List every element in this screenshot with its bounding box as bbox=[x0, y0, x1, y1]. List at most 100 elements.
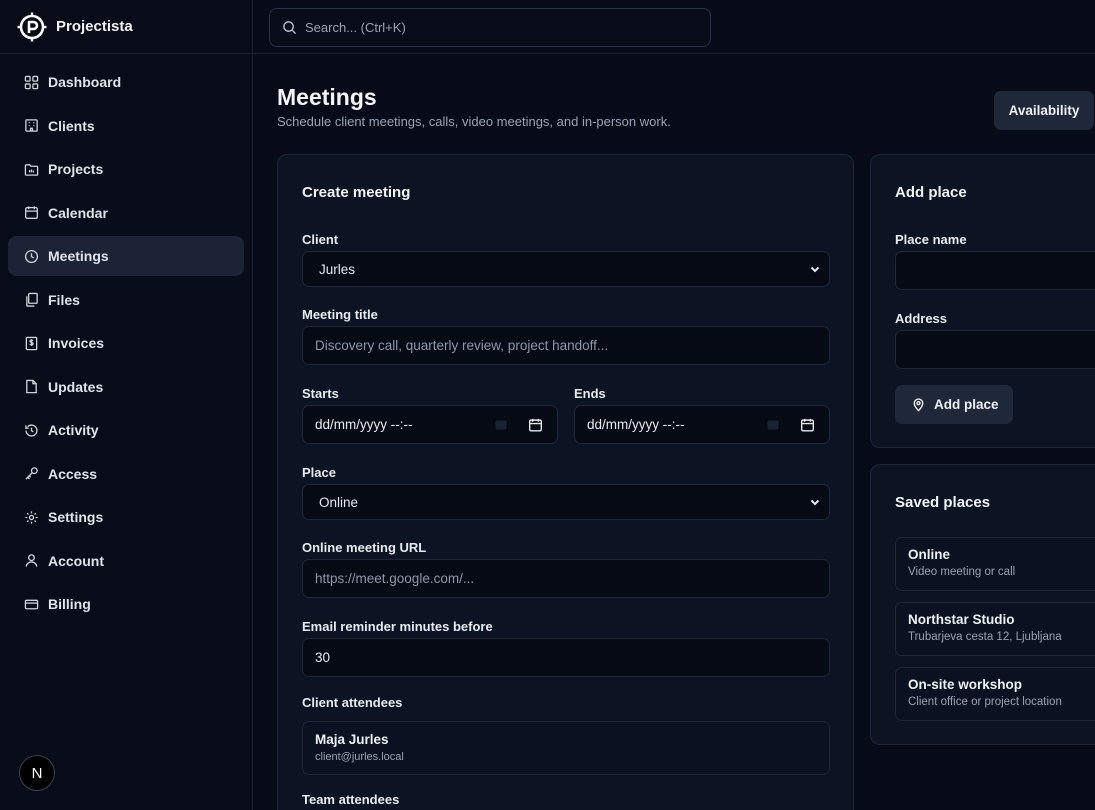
add-place-button-label: Add place bbox=[934, 397, 999, 412]
clear-icon bbox=[767, 420, 779, 429]
key-icon bbox=[25, 467, 38, 480]
saved-place-name: On-site workshop bbox=[908, 677, 1023, 692]
search-input[interactable] bbox=[305, 20, 685, 35]
chevron-down-icon bbox=[810, 499, 820, 506]
sidebar-item-account[interactable]: Account bbox=[8, 541, 244, 581]
attendee-email: client@jurles.local bbox=[315, 751, 404, 763]
reminder-value: 30 bbox=[315, 650, 331, 665]
sidebar-item-label: Clients bbox=[48, 117, 95, 134]
search-icon bbox=[283, 21, 297, 35]
saved-place-desc: Video meeting or call bbox=[908, 566, 1016, 578]
saved-place-item[interactable]: Online Video meeting or call bbox=[895, 537, 1095, 591]
place-name-label: Place name bbox=[895, 232, 967, 247]
create-meeting-card: Create meeting Client Jurles Meeting tit… bbox=[277, 154, 854, 810]
saved-places-title: Saved places bbox=[895, 494, 991, 511]
sidebar-item-projects[interactable]: Projects bbox=[8, 149, 244, 189]
saved-place-item[interactable]: On-site workshop Client office or projec… bbox=[895, 667, 1095, 721]
sidebar-item-label: Settings bbox=[48, 509, 104, 525]
sidebar-item-label: Calendar bbox=[48, 204, 108, 221]
place-name-input[interactable] bbox=[895, 251, 1095, 290]
sidebar-item-label: Billing bbox=[48, 596, 91, 612]
url-placeholder: https://meet.google.com/... bbox=[315, 571, 475, 586]
brand-name: Projectista bbox=[56, 18, 133, 35]
page-subtitle: Schedule client meetings, calls, video m… bbox=[277, 114, 671, 129]
meeting-title-input[interactable]: Discovery call, quarterly review, projec… bbox=[302, 326, 830, 365]
team-attendees-label: Team attendees bbox=[302, 792, 400, 807]
sidebar-item-clients[interactable]: Clients bbox=[8, 106, 244, 146]
clear-icon bbox=[495, 420, 507, 429]
search-box[interactable] bbox=[269, 8, 711, 47]
url-label: Online meeting URL bbox=[302, 540, 427, 555]
add-place-button[interactable]: Add place bbox=[895, 385, 1013, 424]
sidebar-item-calendar[interactable]: Calendar bbox=[8, 193, 244, 233]
saved-place-item[interactable]: Northstar Studio Trubarjeva cesta 12, Lj… bbox=[895, 602, 1095, 656]
sidebar-item-label: Dashboard bbox=[48, 74, 122, 90]
client-attendee-item[interactable]: Maja Jurles client@jurles.local bbox=[302, 721, 830, 775]
client-attendees-label: Client attendees bbox=[302, 695, 403, 710]
calendar-picker-icon[interactable] bbox=[528, 417, 543, 432]
calendar-picker-icon[interactable] bbox=[800, 417, 815, 432]
gear-icon bbox=[25, 510, 38, 524]
sidebar-item-label: Files bbox=[48, 291, 80, 308]
meeting-title-label: Meeting title bbox=[302, 307, 378, 322]
sidebar-item-label: Activity bbox=[48, 422, 99, 438]
sidebar-item-activity[interactable]: Activity bbox=[8, 410, 244, 450]
saved-place-desc: Client office or project location bbox=[908, 696, 1062, 708]
sidebar-item-settings[interactable]: Settings bbox=[8, 497, 244, 537]
sidebar-item-label: Account bbox=[48, 552, 104, 569]
sidebar-nav: Dashboard Clients Projects Calendar Meet… bbox=[8, 62, 244, 628]
sidebar-item-label: Updates bbox=[48, 378, 104, 395]
page-title: Meetings bbox=[277, 84, 377, 110]
saved-place-name: Northstar Studio bbox=[908, 612, 1015, 627]
map-pin-icon bbox=[913, 398, 924, 412]
sidebar-item-billing[interactable]: Billing bbox=[8, 584, 244, 624]
url-input[interactable]: https://meet.google.com/... bbox=[302, 559, 830, 598]
sidebar-item-meetings[interactable]: Meetings bbox=[8, 236, 244, 276]
sidebar-item-label: Projects bbox=[48, 161, 104, 177]
document-icon bbox=[26, 379, 37, 394]
sidebar-item-files[interactable]: Files bbox=[8, 280, 244, 320]
meeting-title-placeholder: Discovery call, quarterly review, projec… bbox=[315, 338, 609, 353]
client-select[interactable]: Jurles bbox=[302, 251, 830, 287]
place-label: Place bbox=[302, 465, 336, 480]
sidebar-item-updates[interactable]: Updates bbox=[8, 367, 244, 407]
sidebar-item-dashboard[interactable]: Dashboard bbox=[8, 62, 244, 102]
sidebar-item-invoices[interactable]: Invoices bbox=[8, 323, 244, 363]
calendar-icon bbox=[25, 206, 38, 219]
avatar-letter: N bbox=[31, 764, 43, 782]
invoice-icon bbox=[25, 336, 38, 350]
client-label: Client bbox=[302, 232, 339, 247]
ends-datetime-input[interactable]: dd/mm/yyyy --:-- bbox=[574, 405, 830, 444]
grid-icon bbox=[24, 75, 39, 89]
saved-place-desc: Trubarjeva cesta 12, Ljubljana bbox=[908, 631, 1062, 643]
sidebar-item-label: Access bbox=[48, 465, 98, 482]
add-place-title: Add place bbox=[895, 184, 967, 201]
sidebar-item-access[interactable]: Access bbox=[8, 454, 244, 494]
starts-placeholder: dd/mm/yyyy --:-- bbox=[315, 417, 413, 432]
building-icon bbox=[25, 119, 38, 132]
place-select-value: Online bbox=[319, 494, 359, 510]
activity-icon bbox=[25, 423, 38, 437]
address-input[interactable] bbox=[895, 330, 1095, 369]
user-icon bbox=[25, 554, 38, 567]
reminder-input[interactable]: 30 bbox=[302, 638, 830, 677]
saved-places-card: Saved places Online Video meeting or cal… bbox=[870, 464, 1095, 745]
saved-place-name: Online bbox=[908, 547, 951, 562]
projectista-logo-icon bbox=[17, 12, 47, 41]
attendee-name: Maja Jurles bbox=[315, 732, 389, 747]
place-select[interactable]: Online bbox=[302, 484, 830, 520]
files-icon bbox=[26, 292, 38, 307]
brand[interactable]: Projectista bbox=[0, 0, 252, 54]
ends-label: Ends bbox=[574, 386, 606, 401]
chevron-down-icon bbox=[810, 266, 820, 273]
starts-datetime-input[interactable]: dd/mm/yyyy --:-- bbox=[302, 405, 558, 444]
avatar[interactable]: N bbox=[19, 755, 55, 791]
add-place-card: Add place Place name Address Add place bbox=[870, 154, 1095, 448]
sidebar: Projectista Dashboard Clients Projects C… bbox=[0, 0, 253, 810]
client-select-value: Jurles bbox=[319, 261, 356, 277]
topbar bbox=[253, 0, 1095, 54]
address-label: Address bbox=[895, 311, 948, 326]
create-meeting-title: Create meeting bbox=[302, 184, 411, 201]
availability-button[interactable]: Availability bbox=[994, 91, 1094, 130]
reminder-label: Email reminder minutes before bbox=[302, 619, 493, 634]
